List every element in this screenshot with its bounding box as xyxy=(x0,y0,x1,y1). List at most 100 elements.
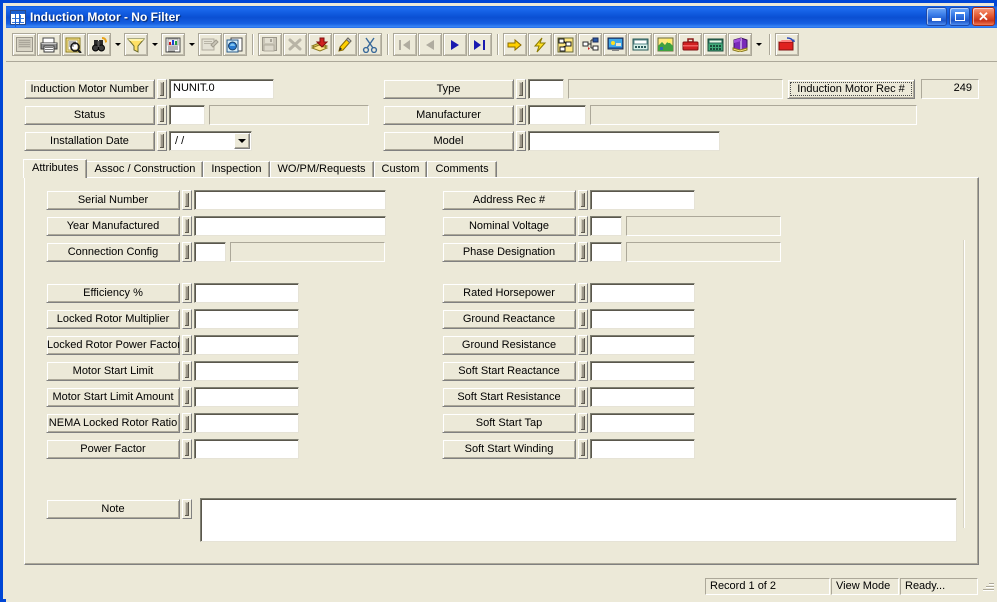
input-type-code[interactable] xyxy=(528,79,564,99)
tab-attributes[interactable]: Attributes xyxy=(23,159,88,178)
calculator-icon[interactable] xyxy=(703,33,727,56)
gripper-handle[interactable] xyxy=(516,105,526,125)
input-connection-config-code[interactable] xyxy=(194,242,226,262)
find-dropdown-arrow[interactable] xyxy=(112,33,123,56)
input-ground-resistance[interactable] xyxy=(590,335,695,355)
gripper-handle[interactable] xyxy=(578,190,588,210)
gripper-handle[interactable] xyxy=(182,439,192,459)
gripper-handle[interactable] xyxy=(182,361,192,381)
find-binoculars-icon[interactable] xyxy=(87,33,111,56)
input-motor-start-limit[interactable] xyxy=(194,361,299,381)
induction-motor-rec-button[interactable]: Induction Motor Rec # xyxy=(787,79,915,99)
lightning-bolt-icon[interactable] xyxy=(528,33,552,56)
toolbox-icon[interactable] xyxy=(678,33,702,56)
input-year-manufactured[interactable] xyxy=(194,216,386,236)
print-icon[interactable] xyxy=(37,33,61,56)
gripper-handle[interactable] xyxy=(578,216,588,236)
resize-grip-icon[interactable] xyxy=(981,579,995,594)
input-efficiency-percent[interactable] xyxy=(194,283,299,303)
form-properties-icon[interactable] xyxy=(198,33,222,56)
gripper-handle[interactable] xyxy=(182,499,192,519)
chevron-down-icon[interactable] xyxy=(234,133,250,149)
tab-custom[interactable]: Custom xyxy=(373,161,428,178)
input-phase-designation-code[interactable] xyxy=(590,242,622,262)
tab-comments[interactable]: Comments xyxy=(427,161,497,178)
minimize-button[interactable] xyxy=(926,7,947,26)
book-help-icon[interactable] xyxy=(728,33,752,56)
next-record-icon[interactable] xyxy=(443,33,467,56)
input-power-factor[interactable] xyxy=(194,439,299,459)
input-ground-reactance[interactable] xyxy=(590,309,695,329)
maximize-button[interactable] xyxy=(949,7,970,26)
gripper-handle[interactable] xyxy=(182,387,192,407)
gripper-handle[interactable] xyxy=(182,335,192,355)
schematic-icon[interactable] xyxy=(553,33,577,56)
gripper-handle[interactable] xyxy=(182,216,192,236)
tab-wo-pm-requests[interactable]: WO/PM/Requests xyxy=(269,161,374,178)
field-year-manufactured: Year Manufactured xyxy=(46,216,386,236)
gripper-handle[interactable] xyxy=(578,335,588,355)
new-record-icon[interactable] xyxy=(12,33,36,56)
input-locked-rotor-power-factor[interactable] xyxy=(194,335,299,355)
input-locked-rotor-multiplier[interactable] xyxy=(194,309,299,329)
input-induction-motor-number[interactable]: NUNIT.0 xyxy=(169,79,274,99)
tab-inspection[interactable]: Inspection xyxy=(203,161,270,178)
display-connection-config-description xyxy=(230,242,385,262)
fax-machine-icon[interactable] xyxy=(628,33,652,56)
delete-x-icon[interactable] xyxy=(283,33,307,56)
input-soft-start-resistance[interactable] xyxy=(590,387,695,407)
input-soft-start-winding[interactable] xyxy=(590,439,695,459)
input-model[interactable] xyxy=(528,131,720,151)
copy-record-icon[interactable] xyxy=(223,33,247,56)
input-motor-start-limit-amount[interactable] xyxy=(194,387,299,407)
export-red-icon[interactable] xyxy=(775,33,799,56)
input-status-code[interactable] xyxy=(169,105,205,125)
gripper-handle[interactable] xyxy=(578,413,588,433)
gripper-handle[interactable] xyxy=(578,387,588,407)
monitor-display-icon[interactable] xyxy=(603,33,627,56)
input-serial-number[interactable] xyxy=(194,190,386,210)
tab-assoc-construction[interactable]: Assoc / Construction xyxy=(86,161,204,178)
report-document-icon[interactable] xyxy=(161,33,185,56)
add-record-icon[interactable] xyxy=(308,33,332,56)
gripper-handle[interactable] xyxy=(182,242,192,262)
input-soft-start-reactance[interactable] xyxy=(590,361,695,381)
report-dropdown-arrow[interactable] xyxy=(186,33,197,56)
gripper-handle[interactable] xyxy=(516,79,526,99)
input-nema-locked-rotor-ratio[interactable] xyxy=(194,413,299,433)
gripper-handle[interactable] xyxy=(578,283,588,303)
gripper-handle[interactable] xyxy=(157,79,167,99)
input-note[interactable] xyxy=(200,498,957,542)
edit-pencil-icon[interactable] xyxy=(333,33,357,56)
goto-arrow-icon[interactable] xyxy=(503,33,527,56)
input-installation-date[interactable]: / / xyxy=(169,131,252,151)
hierarchy-tree-icon[interactable] xyxy=(578,33,602,56)
gripper-handle[interactable] xyxy=(578,242,588,262)
close-button[interactable]: ✕ xyxy=(972,7,995,26)
first-record-icon[interactable] xyxy=(393,33,417,56)
input-rated-horsepower[interactable] xyxy=(590,283,695,303)
gripper-handle[interactable] xyxy=(157,105,167,125)
input-address-rec-number[interactable] xyxy=(590,190,695,210)
last-record-icon[interactable] xyxy=(468,33,492,56)
book-dropdown-arrow[interactable] xyxy=(753,33,764,56)
input-manufacturer-code[interactable] xyxy=(528,105,586,125)
filter-funnel-icon[interactable] xyxy=(124,33,148,56)
input-nominal-voltage-code[interactable] xyxy=(590,216,622,236)
gripper-handle[interactable] xyxy=(182,190,192,210)
gripper-handle[interactable] xyxy=(578,439,588,459)
gripper-handle[interactable] xyxy=(182,309,192,329)
gripper-handle[interactable] xyxy=(182,283,192,303)
gripper-handle[interactable] xyxy=(578,309,588,329)
print-preview-icon[interactable] xyxy=(62,33,86,56)
save-icon[interactable] xyxy=(258,33,282,56)
gripper-handle[interactable] xyxy=(516,131,526,151)
cut-scissors-icon[interactable] xyxy=(358,33,382,56)
input-soft-start-tap[interactable] xyxy=(590,413,695,433)
map-image-icon[interactable] xyxy=(653,33,677,56)
previous-record-icon[interactable] xyxy=(418,33,442,56)
gripper-handle[interactable] xyxy=(157,131,167,151)
filter-dropdown-arrow[interactable] xyxy=(149,33,160,56)
gripper-handle[interactable] xyxy=(578,361,588,381)
gripper-handle[interactable] xyxy=(182,413,192,433)
